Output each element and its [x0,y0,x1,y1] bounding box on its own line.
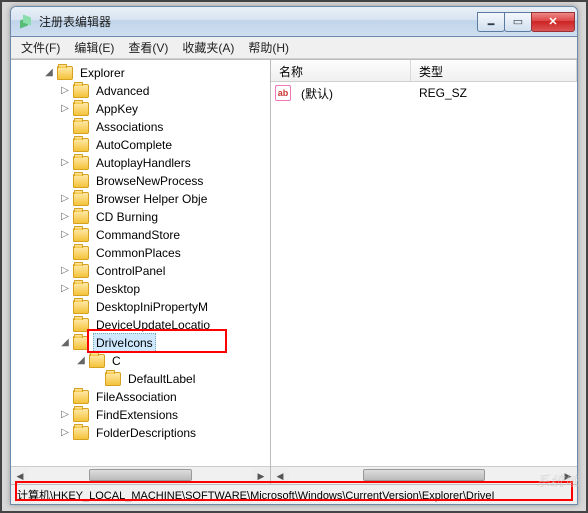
tree-node[interactable]: ▷Desktop [15,280,270,298]
key-tree-pane: ◢ Explorer ▷Advanced ▷AppKey Association… [11,60,271,484]
scroll-left-icon[interactable]: ◀ [271,467,289,484]
list-h-scrollbar[interactable]: ◀ ▶ [271,466,577,484]
tree-node[interactable]: CommonPlaces [15,244,270,262]
registry-editor-window: 注册表编辑器 文件(F) 编辑(E) 查看(V) 收藏夹(A) 帮助(H) ◢ [10,6,578,505]
expand-icon[interactable]: ▷ [59,190,71,208]
scroll-thumb[interactable] [89,469,193,481]
status-path: 计算机\HKEY_LOCAL_MACHINE\SOFTWARE\Microsof… [17,487,495,503]
tree-node-drive-icons[interactable]: ◢DriveIcons [15,334,270,352]
window-title: 注册表编辑器 [39,13,478,30]
menu-view[interactable]: 查看(V) [122,37,174,58]
expand-icon[interactable]: ▷ [59,100,71,118]
folder-icon [73,120,89,134]
tree-node-c[interactable]: ◢C [15,352,270,370]
folder-icon [73,336,89,350]
column-headers: 名称 类型 [271,60,577,82]
key-tree[interactable]: ◢ Explorer ▷Advanced ▷AppKey Association… [11,60,270,466]
folder-icon [57,66,73,80]
tree-node[interactable]: DeviceUpdateLocatio [15,316,270,334]
expand-icon[interactable]: ◢ [75,352,87,370]
tree-node[interactable]: BrowseNewProcess [15,172,270,190]
tree-node[interactable]: ▷Browser Helper Obje [15,190,270,208]
statusbar: 计算机\HKEY_LOCAL_MACHINE\SOFTWARE\Microsof… [11,484,577,504]
expand-icon[interactable]: ▷ [59,424,71,442]
tree-node[interactable]: ▷FindExtensions [15,406,270,424]
tree-node-default-label[interactable]: DefaultLabel [15,370,270,388]
folder-icon [73,138,89,152]
folder-icon [73,282,89,296]
tree-node[interactable]: ▷CommandStore [15,226,270,244]
scroll-thumb[interactable] [363,469,485,481]
expand-icon[interactable]: ▷ [59,406,71,424]
expand-icon[interactable]: ▷ [59,280,71,298]
expand-icon[interactable]: ◢ [59,334,71,352]
folder-icon [73,174,89,188]
expand-icon[interactable]: ▷ [59,208,71,226]
tree-node[interactable]: ▷ControlPanel [15,262,270,280]
watermark: 系统域 [536,471,578,491]
value-list[interactable]: (默认) REG_SZ [271,82,577,466]
folder-icon [73,102,89,116]
tree-node[interactable]: ▷FolderDescriptions [15,424,270,442]
tree-node[interactable]: Associations [15,118,270,136]
close-button[interactable] [531,12,575,32]
folder-icon [73,156,89,170]
folder-icon [73,426,89,440]
folder-icon [73,84,89,98]
folder-icon [73,318,89,332]
minimize-button[interactable] [477,12,505,32]
value-name: (默认) [295,85,413,102]
tree-node[interactable]: AutoComplete [15,136,270,154]
folder-icon [89,354,105,368]
folder-icon [73,264,89,278]
folder-icon [73,408,89,422]
expand-icon[interactable]: ▷ [59,82,71,100]
expand-icon[interactable]: ▷ [59,262,71,280]
folder-icon [73,228,89,242]
menu-edit[interactable]: 编辑(E) [68,37,120,58]
string-value-icon [275,85,291,101]
folder-icon [73,210,89,224]
menubar: 文件(F) 编辑(E) 查看(V) 收藏夹(A) 帮助(H) [11,37,577,59]
tree-node[interactable]: FileAssociation [15,388,270,406]
column-type[interactable]: 类型 [411,60,577,81]
tree-node[interactable]: ▷AutoplayHandlers [15,154,270,172]
expand-icon[interactable]: ▷ [59,226,71,244]
maximize-button[interactable] [504,12,532,32]
tree-node[interactable]: DesktopIniPropertyM [15,298,270,316]
tree-node[interactable]: ▷AppKey [15,100,270,118]
scroll-right-icon[interactable]: ▶ [252,467,270,484]
folder-icon [73,300,89,314]
column-name[interactable]: 名称 [271,60,411,81]
folder-icon [73,192,89,206]
menu-file[interactable]: 文件(F) [15,37,66,58]
expand-icon[interactable]: ▷ [59,154,71,172]
folder-icon [73,246,89,260]
titlebar[interactable]: 注册表编辑器 [11,7,577,37]
folder-icon [105,372,121,386]
value-row[interactable]: (默认) REG_SZ [275,84,573,102]
menu-help[interactable]: 帮助(H) [242,37,295,58]
value-list-pane: 名称 类型 (默认) REG_SZ ◀ ▶ [271,60,577,484]
tree-node-explorer[interactable]: ◢ Explorer [15,64,270,82]
scroll-left-icon[interactable]: ◀ [11,467,29,484]
regedit-icon [17,14,33,30]
tree-node[interactable]: ▷CD Burning [15,208,270,226]
tree-node[interactable]: ▷Advanced [15,82,270,100]
expand-icon[interactable]: ◢ [43,64,55,82]
value-type: REG_SZ [413,86,473,100]
folder-icon [73,390,89,404]
menu-fav[interactable]: 收藏夹(A) [176,37,240,58]
tree-h-scrollbar[interactable]: ◀ ▶ [11,466,270,484]
